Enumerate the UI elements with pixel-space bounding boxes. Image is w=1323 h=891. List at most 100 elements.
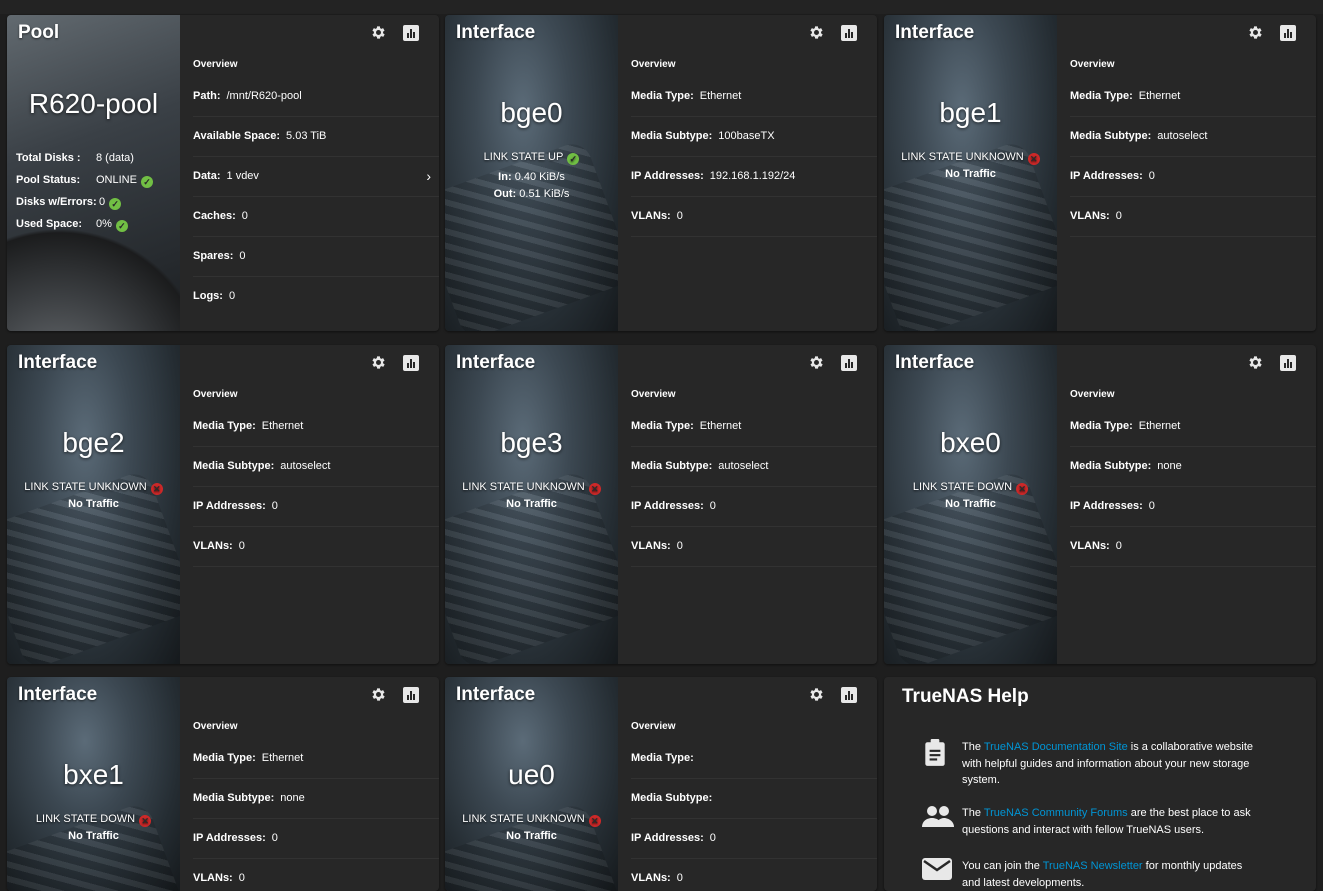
ip-addresses-row: IP Addresses: 0 [631, 487, 877, 527]
gear-icon[interactable] [370, 686, 387, 703]
ip-addresses-row: IP Addresses: 0 [1070, 157, 1316, 197]
chart-icon[interactable] [402, 24, 419, 41]
pool-stat-row: Used Space: 0% ✓ [16, 213, 153, 235]
card-title: Interface [456, 352, 536, 373]
check-icon: ✓ [109, 198, 122, 210]
interface-name: bge0 [500, 97, 563, 128]
no-traffic: No Traffic [945, 168, 996, 180]
pool-row: Spares: 0 [193, 237, 439, 277]
interface-overview: Overview Media Type: Media Subtype: IP Addr… [618, 677, 877, 891]
media-subtype-row: Media Subtype: none [193, 779, 439, 819]
chart-icon[interactable] [840, 686, 857, 703]
card-title: Interface [456, 22, 536, 43]
error-icon: ✕ [588, 483, 601, 495]
pool-name: R620-pool [28, 88, 159, 119]
gear-icon[interactable] [370, 24, 387, 41]
card-title: Interface [456, 684, 536, 705]
interface-image: Interface bxe0 LINK STATE DOWN ✕ No Traffic [884, 345, 1057, 664]
interface-name: bxe0 [940, 427, 1001, 458]
gear-icon[interactable] [808, 24, 825, 41]
vlans-row: VLANs: 0 [193, 859, 439, 891]
no-traffic: No Traffic [945, 498, 996, 510]
check-icon: ✓ [115, 220, 128, 232]
interface-image: Interface bge1 LINK STATE UNKNOWN ✕ No Traff… [884, 15, 1057, 331]
interface-overview: Overview Media Type: Ethernet Media Subtype… [618, 15, 877, 331]
help-link[interactable]: TrueNAS Newsletter [1043, 860, 1143, 872]
interface-name: bge1 [939, 97, 1002, 128]
link-state: LINK STATE UNKNOWN ✕ [445, 813, 618, 827]
gear-icon[interactable] [1247, 354, 1264, 371]
media-type-row: Media Type: Ethernet [1070, 77, 1316, 117]
pool-image: Pool R620-pool Total Disks :8 (data) Pool S… [7, 15, 180, 331]
pool-stat-row: Total Disks :8 (data) [16, 152, 134, 164]
clipboard-icon [922, 739, 952, 773]
media-subtype-row: Media Subtype: none [1070, 447, 1316, 487]
card-title: Interface [895, 22, 975, 43]
ip-addresses-row: IP Addresses: 0 [193, 819, 439, 859]
link-state: LINK STATE UP ✓ [445, 151, 618, 165]
chart-icon[interactable] [402, 686, 419, 703]
media-type-row: Media Type: [631, 739, 877, 779]
help-link[interactable]: TrueNAS Documentation Site [984, 741, 1128, 753]
chart-icon[interactable] [1279, 24, 1296, 41]
traffic-in: In: 0.40 KiB/s [498, 171, 565, 183]
interface-name: bxe1 [63, 759, 124, 790]
error-icon: ✕ [1016, 483, 1029, 495]
interface-image: Interface ue0 LINK STATE UNKNOWN ✕ No Traffi… [445, 677, 618, 891]
interface-overview: Overview Media Type: Ethernet Media Subtype… [180, 345, 439, 664]
gear-icon[interactable] [1247, 24, 1264, 41]
error-icon: ✕ [150, 483, 163, 495]
overview-title: Overview [1070, 389, 1115, 400]
interface-card: Interface bxe0 LINK STATE DOWN ✕ No Traffic O… [884, 345, 1316, 664]
pool-card: Pool R620-pool Total Disks :8 (data) Pool S… [7, 15, 439, 331]
interface-card: Interface bge2 LINK STATE UNKNOWN ✕ No Traff… [7, 345, 439, 664]
overview-title: Overview [1070, 59, 1115, 70]
pool-overview: Overview Path:/mnt/R620-pool Available Spa… [180, 15, 439, 331]
ip-addresses-row: IP Addresses: 0 [193, 487, 439, 527]
check-icon: ✓ [567, 153, 580, 165]
link-state: LINK STATE DOWN ✕ [884, 481, 1057, 495]
help-item: You can join the TrueNAS Newsletter for … [922, 858, 1262, 891]
help-card: TrueNAS Help The TrueNAS Documentation Si… [884, 677, 1316, 891]
vlans-row: VLANs: 0 [1070, 527, 1316, 567]
interface-overview: Overview Media Type: Ethernet Media Subtype… [1057, 345, 1316, 664]
link-state: LINK STATE UNKNOWN ✕ [7, 481, 180, 495]
chart-icon[interactable] [402, 354, 419, 371]
pool-row: Caches: 0 [193, 197, 439, 237]
media-subtype-row: Media Subtype: autoselect [1070, 117, 1316, 157]
pool-row: Logs: 0 [193, 290, 236, 302]
interface-overview: Overview Media Type: Ethernet Media Subtype… [618, 345, 877, 664]
gear-icon[interactable] [808, 354, 825, 371]
media-type-row: Media Type: Ethernet [631, 407, 877, 447]
interface-overview: Overview Media Type: Ethernet Media Subtype… [180, 677, 439, 891]
people-icon [922, 805, 954, 833]
card-title: Interface [18, 684, 98, 705]
traffic-out: Out: 0.51 KiB/s [493, 188, 570, 200]
chart-icon[interactable] [1279, 354, 1296, 371]
media-subtype-row: Media Subtype: [631, 779, 877, 819]
vlans-row: VLANs: 0 [631, 197, 877, 237]
link-state: LINK STATE DOWN ✕ [7, 813, 180, 827]
error-icon: ✕ [588, 815, 601, 827]
media-type-row: Media Type: Ethernet [193, 407, 439, 447]
media-subtype-row: Media Subtype: autoselect [631, 447, 877, 487]
mail-icon [922, 858, 952, 886]
pool-row[interactable]: Data: 1 vdev › [193, 157, 439, 197]
check-icon: ✓ [140, 176, 153, 188]
gear-icon[interactable] [808, 686, 825, 703]
chart-icon[interactable] [840, 24, 857, 41]
help-link[interactable]: TrueNAS Community Forums [984, 807, 1128, 819]
gear-icon[interactable] [370, 354, 387, 371]
help-title: TrueNAS Help [902, 686, 1029, 707]
ip-addresses-row: IP Addresses: 192.168.1.192/24 [631, 157, 877, 197]
overview-title: Overview [193, 389, 238, 400]
no-traffic: No Traffic [68, 830, 119, 842]
card-title: Pool [18, 22, 60, 43]
chevron-right-icon[interactable]: › [426, 157, 431, 196]
chart-icon[interactable] [840, 354, 857, 371]
link-state: LINK STATE UNKNOWN ✕ [445, 481, 618, 495]
overview-title: Overview [631, 389, 676, 400]
pool-stat-row: Disks w/Errors: 0 ✓ [16, 191, 153, 213]
ip-addresses-row: IP Addresses: 0 [1070, 487, 1316, 527]
media-subtype-row: Media Subtype: 100baseTX [631, 117, 877, 157]
